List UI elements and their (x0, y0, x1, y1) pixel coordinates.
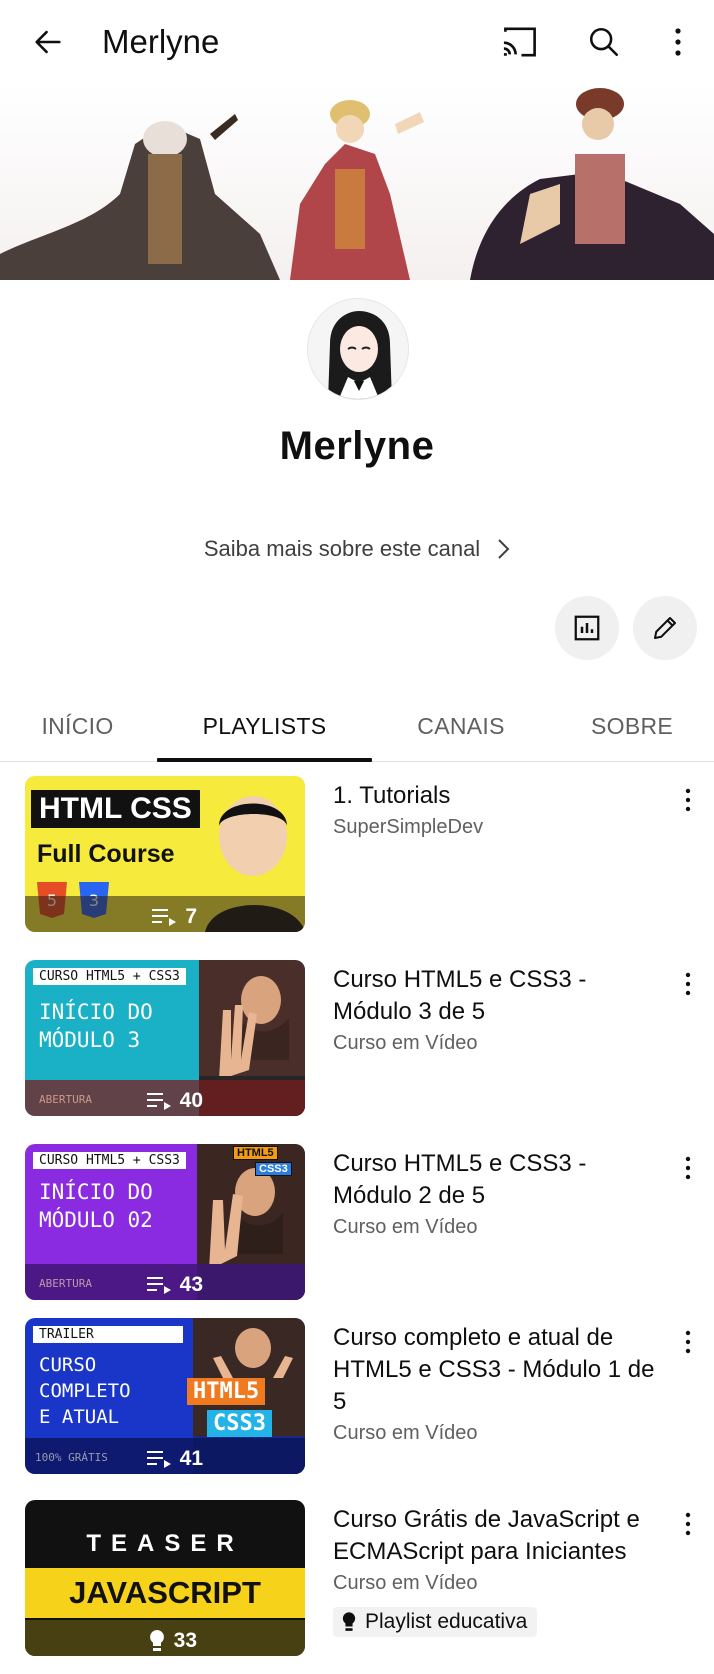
playlist-more-icon[interactable] (676, 782, 700, 818)
educational-badge-label: Playlist educativa (365, 1610, 528, 1633)
playlist-queue-icon (146, 1093, 171, 1110)
playlist-title: Curso HTML5 e CSS3 - Módulo 2 de 5 (333, 1150, 587, 1209)
thumb-line1: HTML CSS (39, 792, 192, 825)
app-bar-title: Merlyne (102, 23, 220, 60)
playlist-item[interactable]: TEASER JAVASCRIPT 33 Curso Grátis de Jav… (0, 1500, 714, 1674)
thumb-logo-css: CSS3 (207, 1410, 272, 1437)
thumb-logo-css: CSS3 (255, 1162, 292, 1176)
playlist-item[interactable]: CURSO HTML5 + CSS3 INÍCIO DO MÓDULO 3 AB… (0, 960, 714, 1120)
playlist-more-icon[interactable] (676, 1506, 700, 1542)
playlist-queue-icon (146, 1277, 171, 1294)
tab-playlists[interactable]: PLAYLISTS (157, 690, 372, 762)
playlist-thumbnail[interactable]: CURSO HTML5 + CSS3 INÍCIO DO MÓDULO 3 AB… (25, 960, 305, 1116)
playlist-meta[interactable]: 1. Tutorials SuperSimpleDev (333, 780, 663, 839)
tab-inicio[interactable]: INÍCIO (0, 690, 155, 762)
playlist-thumbnail[interactable]: HTML CSS Full Course 5 3 7 (25, 776, 305, 932)
playlist-meta[interactable]: Curso HTML5 e CSS3 - Módulo 3 de 5 Curso… (333, 964, 663, 1055)
playlist-author: Curso em Vídeo (333, 1216, 478, 1238)
thumb-line2: MÓDULO 02 (39, 1208, 153, 1232)
about-channel-text: Saiba mais sobre este canal (203, 536, 481, 561)
thumb-title-box: HTML CSS (31, 790, 200, 828)
playlist-queue-icon (152, 909, 177, 926)
playlist-author: Curso em Vídeo (333, 1572, 478, 1594)
lightbulb-icon (342, 1612, 356, 1631)
playlist-more-icon[interactable] (676, 966, 700, 1002)
thumb-tag: CURSO HTML5 + CSS3 (33, 968, 186, 985)
playlist-count: 41 (146, 1447, 203, 1471)
playlist-count-value: 33 (173, 1629, 197, 1652)
playlist-item[interactable]: TRAILER CURSO COMPLETO E ATUAL HTML5 CSS… (0, 1318, 714, 1508)
thumb-footer: 100% GRÁTIS (35, 1451, 108, 1464)
playlist-author: Curso em Vídeo (333, 1032, 478, 1054)
analytics-icon (574, 615, 600, 641)
thumb-line2: JAVASCRIPT (25, 1568, 305, 1618)
thumb-logo-html: HTML5 (187, 1378, 266, 1405)
tab-canais[interactable]: CANAIS (372, 690, 550, 762)
playlist-author: SuperSimpleDev (333, 816, 484, 838)
channel-avatar[interactable] (307, 298, 409, 400)
playlist-more-icon[interactable] (676, 1324, 700, 1360)
search-icon[interactable] (580, 18, 628, 66)
channel-name: Merlyne (279, 424, 435, 468)
playlist-thumbnail[interactable]: TRAILER CURSO COMPLETO E ATUAL HTML5 CSS… (25, 1318, 305, 1474)
analytics-button[interactable] (555, 596, 619, 660)
pencil-icon (654, 617, 676, 639)
active-tab-indicator (157, 758, 372, 762)
thumb-line1: INÍCIO DO (39, 1180, 153, 1204)
playlist-title: Curso Grátis de JavaScript e ECMAScript … (333, 1506, 640, 1565)
channel-banner (0, 84, 714, 280)
thumb-logo-html: HTML5 (233, 1146, 278, 1160)
thumb-line2: COMPLETO (39, 1380, 131, 1402)
educational-playlist-badge: Playlist educativa (333, 1607, 538, 1637)
playlist-count-value: 40 (179, 1089, 203, 1112)
playlist-author: Curso em Vídeo (333, 1422, 478, 1444)
edit-channel-button[interactable] (633, 596, 697, 660)
thumb-line1: INÍCIO DO (39, 1000, 153, 1024)
chevron-right-icon (496, 538, 510, 560)
thumb-line2: MÓDULO 3 (39, 1028, 141, 1052)
channel-tabs: INÍCIO PLAYLISTS CANAIS SOBRE (0, 690, 714, 762)
app-bar: Merlyne (0, 0, 714, 84)
playlist-count: 33 (148, 1629, 197, 1653)
playlist-thumbnail[interactable]: TEASER JAVASCRIPT 33 (25, 1500, 305, 1656)
playlist-count-value: 7 (185, 905, 197, 928)
playlist-more-icon[interactable] (676, 1150, 700, 1186)
thumb-tag: CURSO HTML5 + CSS3 (33, 1152, 186, 1169)
playlist-count-value: 43 (179, 1273, 203, 1296)
thumb-line1: CURSO (39, 1354, 97, 1376)
thumb-line1: TEASER (86, 1530, 244, 1557)
playlist-meta[interactable]: Curso HTML5 e CSS3 - Módulo 2 de 5 Curso… (333, 1148, 663, 1239)
playlist-count: 40 (146, 1089, 203, 1113)
tab-sobre[interactable]: SOBRE (550, 690, 714, 762)
lightbulb-icon (149, 1630, 164, 1651)
playlist-item[interactable]: HTML CSS Full Course 5 3 7 1. Tutorials … (0, 776, 714, 936)
thumb-line2: Full Course (37, 840, 175, 868)
thumb-footer: ABERTURA (39, 1277, 92, 1290)
playlist-title: Curso HTML5 e CSS3 - Módulo 3 de 5 (333, 966, 587, 1025)
playlist-title: 1. Tutorials (333, 782, 451, 809)
back-arrow-icon[interactable] (26, 20, 70, 64)
playlist-meta[interactable]: Curso Grátis de JavaScript e ECMAScript … (333, 1504, 663, 1638)
playlist-thumbnail[interactable]: CURSO HTML5 + CSS3 INÍCIO DO MÓDULO 02 H… (25, 1144, 305, 1300)
playlist-item[interactable]: CURSO HTML5 + CSS3 INÍCIO DO MÓDULO 02 H… (0, 1144, 714, 1304)
playlist-count: 7 (151, 905, 197, 929)
playlist-title: Curso completo e atual de HTML5 e CSS3 -… (333, 1324, 655, 1415)
playlist-count-value: 41 (179, 1447, 203, 1470)
playlist-count: 43 (146, 1273, 203, 1297)
cast-icon[interactable] (496, 18, 544, 66)
playlist-meta[interactable]: Curso completo e atual de HTML5 e CSS3 -… (333, 1322, 663, 1445)
playlist-queue-icon (146, 1451, 171, 1468)
thumb-line3: E ATUAL (39, 1406, 120, 1428)
thumb-footer: ABERTURA (39, 1093, 92, 1106)
more-vert-icon[interactable] (654, 18, 702, 66)
thumb-tag: TRAILER (33, 1326, 183, 1343)
about-channel-link[interactable]: Saiba mais sobre este canal (0, 536, 714, 562)
